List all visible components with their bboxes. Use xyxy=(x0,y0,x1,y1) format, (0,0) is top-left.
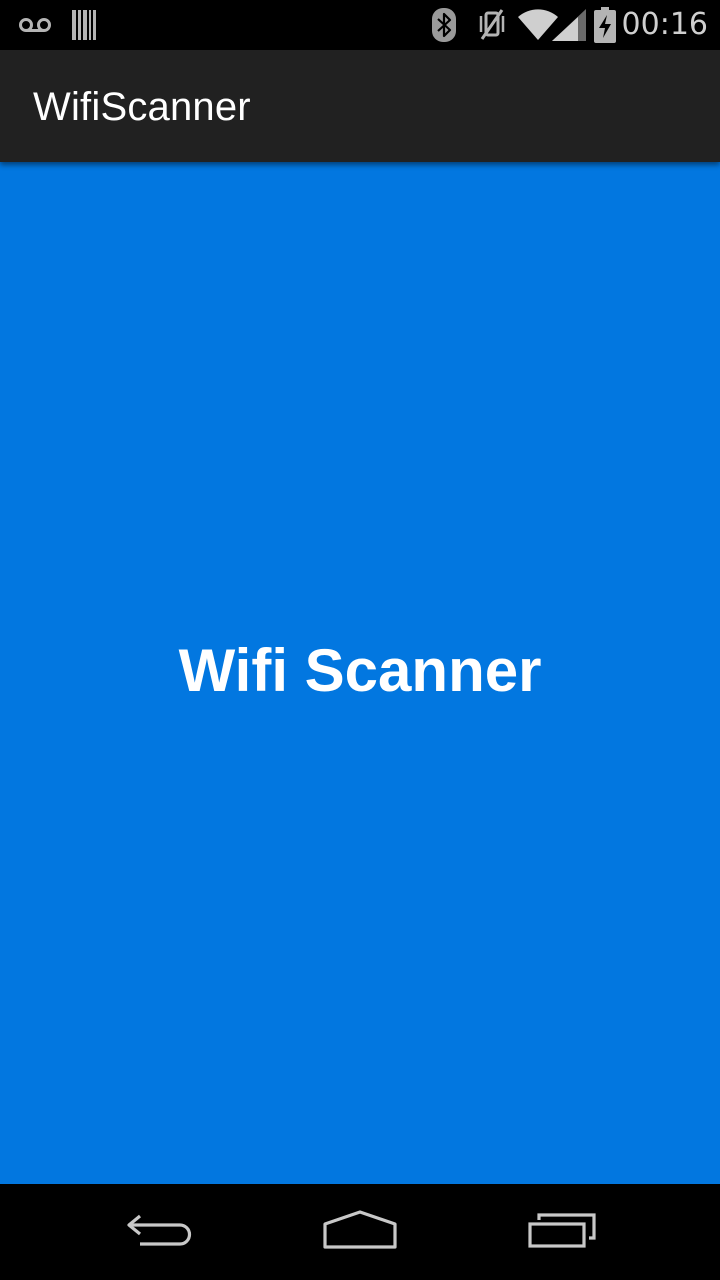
home-button[interactable] xyxy=(300,1184,420,1280)
main-content: Wifi Scanner xyxy=(0,162,720,1184)
home-icon xyxy=(323,1209,397,1255)
status-clock: 00:16 xyxy=(621,7,708,42)
status-bar: 00:16 xyxy=(0,0,720,50)
voicemail-icon xyxy=(18,0,52,50)
back-button[interactable] xyxy=(100,1184,220,1280)
signal-icon xyxy=(552,0,586,50)
vibrate-off-icon xyxy=(478,0,506,50)
splash-title: Wifi Scanner xyxy=(178,637,542,704)
recent-apps-button[interactable] xyxy=(502,1184,622,1280)
bluetooth-icon xyxy=(432,0,456,50)
recent-apps-icon xyxy=(527,1212,597,1253)
battery-charging-icon xyxy=(594,0,616,50)
app-bar: WifiScanner xyxy=(0,50,720,162)
navigation-bar xyxy=(0,1184,720,1280)
app-title: WifiScanner xyxy=(33,85,251,129)
barcode-icon xyxy=(72,0,96,50)
back-icon xyxy=(126,1212,194,1253)
